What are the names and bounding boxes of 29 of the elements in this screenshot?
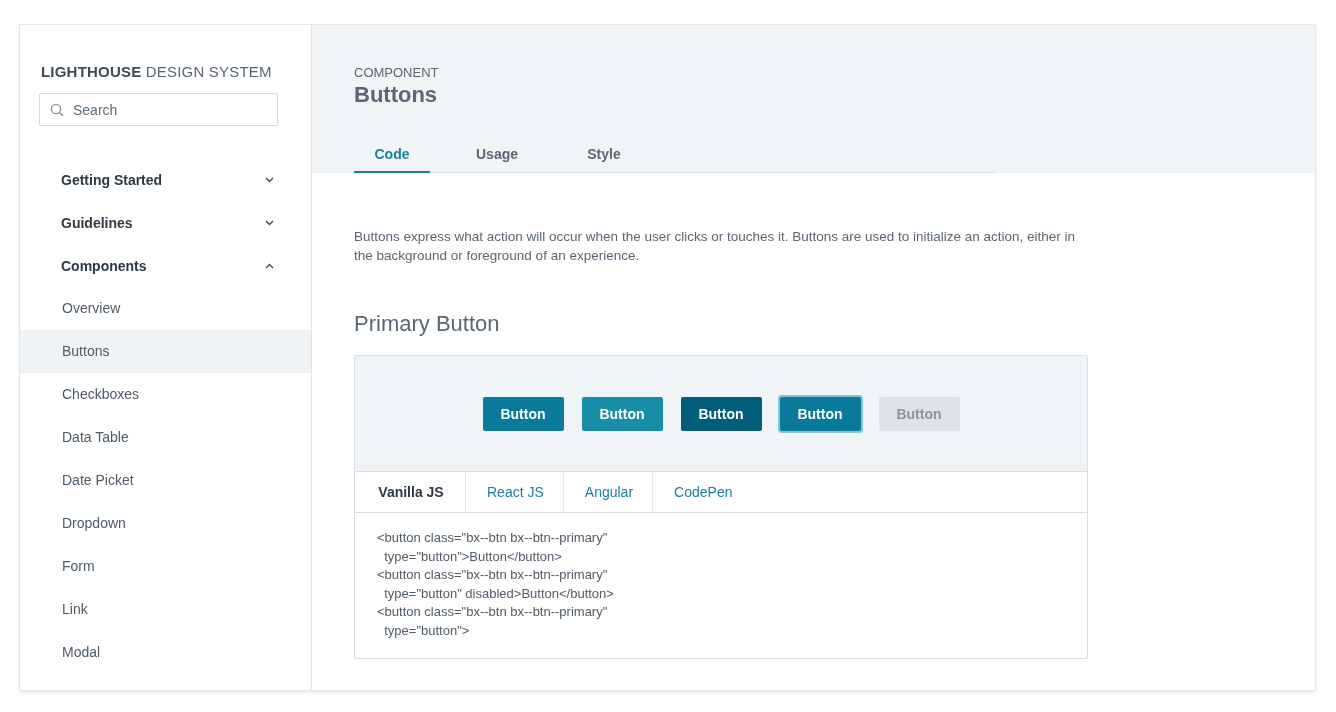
nav-item[interactable]: Form (20, 545, 311, 588)
primary-button[interactable]: Button (581, 396, 663, 431)
code-snippet: <button class="bx--btn bx--btn--primary" type="button">Button</button> <button class="bx--btn bx--btn--primary" type="button" disabled>Button</button> <button class="bx--btn bx--btn--primary" type="button"> (376, 529, 615, 640)
nav-item[interactable]: Checkboxes (20, 373, 311, 416)
tab[interactable]: Style (564, 146, 644, 173)
nav-group[interactable]: Components (20, 244, 311, 287)
page-title: Buttons (354, 82, 439, 108)
nav-item[interactable]: Data Table (20, 416, 311, 459)
chevron-down-icon (265, 219, 274, 226)
primary-button[interactable]: Button (680, 396, 762, 431)
primary-button[interactable]: Button (779, 396, 861, 431)
nav-item[interactable]: Link (20, 588, 311, 631)
nav-group[interactable]: Guidelines (20, 201, 311, 244)
primary-button[interactable]: Button (482, 396, 564, 431)
nav-item[interactable]: Buttons (20, 330, 311, 373)
nav-item[interactable]: Overview (20, 287, 311, 330)
tab[interactable]: Code (354, 146, 430, 173)
page-eyebrow: COMPONENT (354, 65, 440, 80)
nav-item[interactable]: Date Picket (20, 459, 311, 502)
section-title: Primary Button (354, 311, 501, 338)
chevron-up-icon (265, 262, 274, 269)
brand-title: LIGHTHOUSE DESIGN SYSTEM (41, 63, 273, 80)
description: Buttons express what action will occur when the user clicks or touches it. Buttons are used to initialize an action, either in the background or foreground of an experience. (354, 228, 1077, 265)
nav-item[interactable]: Dropdown (20, 502, 311, 545)
tab[interactable]: Usage (457, 146, 537, 173)
nav-group[interactable]: Getting Started (20, 158, 311, 201)
chevron-down-icon (265, 176, 274, 183)
nav-item[interactable]: Modal (20, 631, 311, 674)
search-field[interactable]: Search (39, 93, 278, 126)
